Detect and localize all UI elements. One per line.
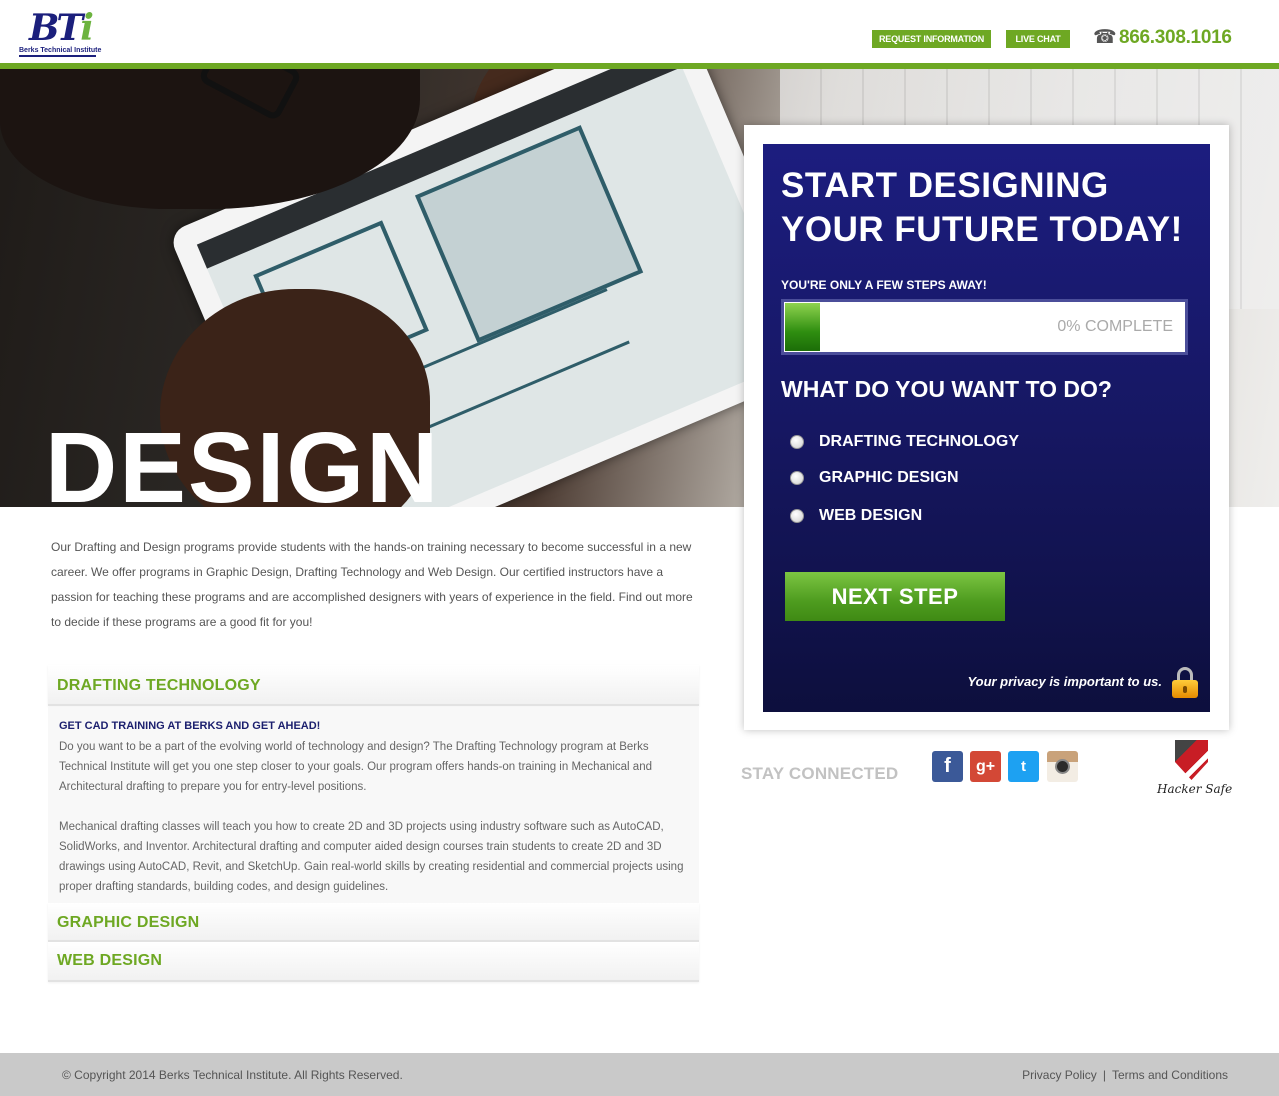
radio-button[interactable] xyxy=(790,509,804,523)
lock-keyhole xyxy=(1183,686,1187,693)
logo-mark: BTi xyxy=(29,7,94,49)
accordion-subtitle: GET CAD TRAINING AT BERKS AND GET AHEAD! xyxy=(59,720,321,732)
request-information-button[interactable]: REQUEST INFORMATION xyxy=(872,30,991,48)
accordion-title: DRAFTING TECHNOLOGY xyxy=(57,677,261,694)
privacy-policy-link[interactable]: Privacy Policy xyxy=(1022,1068,1097,1082)
logo-text: Berks Technical Institute xyxy=(19,47,102,54)
phone-number[interactable]: 866.308.1016 xyxy=(1119,27,1232,49)
hero-title-area: DESIGN xyxy=(0,69,740,507)
progress-bar: 0% COMPLETE xyxy=(781,299,1188,355)
accordion-paragraph: Mechanical drafting classes will teach y… xyxy=(59,821,684,893)
copyright-text: © Copyright 2014 Berks Technical Institu… xyxy=(62,1068,403,1082)
site-header: BTi Berks Technical Institute REQUEST IN… xyxy=(0,0,1279,63)
privacy-note[interactable]: Your privacy is important to us. xyxy=(967,674,1162,689)
lock-icon xyxy=(1172,667,1198,698)
steps-label: YOU'RE ONLY A FEW STEPS AWAY! xyxy=(781,278,987,292)
logo-underline xyxy=(19,55,96,57)
accordion-title: WEB DESIGN xyxy=(57,952,163,969)
radio-button[interactable] xyxy=(790,471,804,485)
accordion-title: GRAPHIC DESIGN xyxy=(57,914,200,931)
option-label[interactable]: DRAFTING TECHNOLOGY xyxy=(819,433,1019,451)
option-label[interactable]: WEB DESIGN xyxy=(819,507,922,525)
intro-paragraph: Our Drafting and Design programs provide… xyxy=(51,540,693,629)
facebook-icon[interactable]: f xyxy=(932,751,963,782)
logo-mark-text: BT xyxy=(29,7,83,49)
phone-icon: ☎ xyxy=(1093,27,1117,48)
shield-icon xyxy=(1175,740,1208,780)
accordion-paragraph: Do you want to be a part of the evolving… xyxy=(59,741,652,793)
progress-text: 0% COMPLETE xyxy=(1057,318,1173,335)
instagram-icon[interactable] xyxy=(1047,751,1078,782)
accordion-item-web-design[interactable]: WEB DESIGN xyxy=(48,942,699,982)
site-footer: © Copyright 2014 Berks Technical Institu… xyxy=(0,1053,1279,1096)
bti-logo[interactable]: BTi Berks Technical Institute xyxy=(19,7,101,57)
lead-form-panel: START DESIGNING YOUR FUTURE TODAY! YOU'R… xyxy=(763,144,1210,712)
accordion-item-drafting[interactable]: DRAFTING TECHNOLOGY xyxy=(48,665,699,706)
option-label[interactable]: GRAPHIC DESIGN xyxy=(819,469,959,487)
footer-links: Privacy Policy | Terms and Conditions xyxy=(1022,1053,1228,1096)
next-step-button[interactable]: NEXT STEP xyxy=(785,572,1005,621)
radio-button[interactable] xyxy=(790,435,804,449)
stay-connected-label: STAY CONNECTED xyxy=(741,764,899,783)
hero-title: DESIGN xyxy=(45,418,441,507)
hacker-safe-text: Hacker Safe xyxy=(1157,782,1233,796)
instagram-lens xyxy=(1055,759,1070,774)
form-question: WHAT DO YOU WANT TO DO? xyxy=(781,376,1112,402)
terms-link[interactable]: Terms and Conditions xyxy=(1112,1068,1228,1082)
live-chat-button[interactable]: LIVE CHAT xyxy=(1006,30,1070,48)
footer-separator: | xyxy=(1102,1068,1106,1082)
accordion-item-graphic-design[interactable]: GRAPHIC DESIGN xyxy=(48,903,699,942)
logo-mark-i: i xyxy=(80,7,94,49)
progress-fill xyxy=(785,303,820,351)
twitter-icon[interactable]: t xyxy=(1008,751,1039,782)
accordion-body-drafting: GET CAD TRAINING AT BERKS AND GET AHEAD!… xyxy=(48,707,699,903)
hacker-safe-badge[interactable]: Hacker Safe xyxy=(1157,740,1233,798)
google-plus-icon[interactable]: g+ xyxy=(970,751,1001,782)
form-headline: START DESIGNING YOUR FUTURE TODAY! xyxy=(781,166,1183,249)
